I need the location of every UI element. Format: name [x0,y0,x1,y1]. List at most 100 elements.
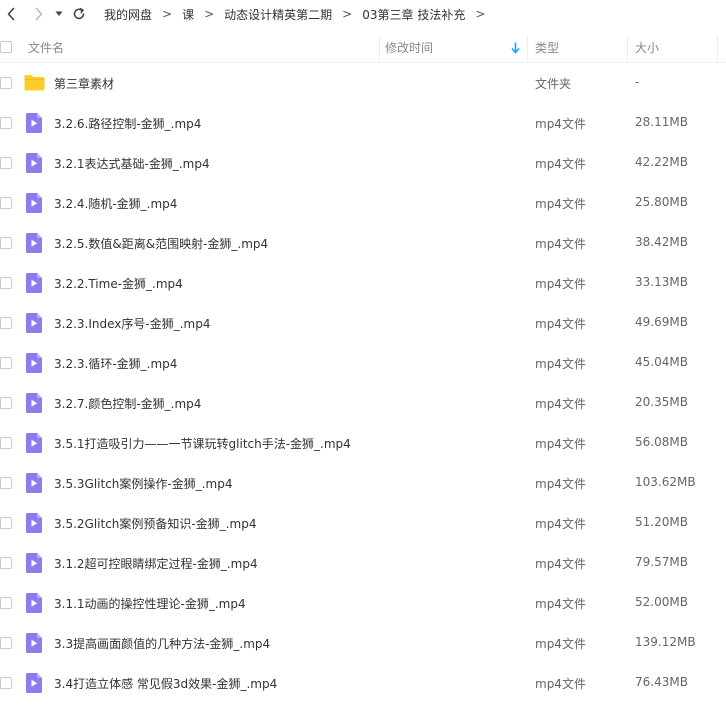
select-all-checkbox[interactable] [0,41,12,53]
column-header-modified-time[interactable]: 修改时间 [385,39,433,56]
file-row[interactable]: 3.1.1动画的操控性理论-金狮_.mp4 mp4文件 52.00MB [0,583,726,623]
breadcrumb-separator-icon: > [204,7,215,21]
column-header-name[interactable]: 文件名 [28,39,64,56]
file-list-header: 文件名 修改时间 类型 大小 [0,33,726,63]
file-size: 38.42MB [635,235,688,249]
file-type: mp4文件 [535,477,586,491]
file-name[interactable]: 3.2.1表达式基础-金狮_.mp4 [54,155,210,172]
file-type: mp4文件 [535,197,586,211]
file-size: 56.08MB [635,435,688,449]
file-name[interactable]: 3.5.1打造吸引力——一节课玩转glitch手法-金狮_.mp4 [54,435,351,452]
file-name[interactable]: 3.1.1动画的操控性理论-金狮_.mp4 [54,595,246,612]
file-size: 139.12MB [635,635,696,649]
video-file-icon [26,233,42,253]
video-file-icon [26,273,42,293]
row-checkbox[interactable] [0,117,12,129]
forward-button[interactable] [28,3,50,25]
column-divider[interactable] [717,36,718,62]
video-file-icon [26,393,42,413]
video-file-icon [26,353,42,373]
file-row[interactable]: 3.5.1打造吸引力——一节课玩转glitch手法-金狮_.mp4 mp4文件 56… [0,423,726,463]
video-file-icon [26,313,42,333]
row-checkbox[interactable] [0,677,12,689]
video-file-icon [26,593,42,613]
file-name[interactable]: 3.5.2Glitch案例预备知识-金狮_.mp4 [54,515,257,532]
file-row[interactable]: 3.5.3Glitch案例操作-金狮_.mp4 mp4文件 103.62MB [0,463,726,503]
file-row[interactable]: 3.2.4.随机-金狮_.mp4 mp4文件 25.80MB [0,183,726,223]
row-checkbox[interactable] [0,397,12,409]
back-button[interactable] [0,3,22,25]
file-size: - [635,75,640,89]
video-file-icon [26,513,42,533]
file-name[interactable]: 3.1.2超可控眼睛绑定过程-金狮_.mp4 [54,555,258,572]
file-row[interactable]: 3.2.7.颜色控制-金狮_.mp4 mp4文件 20.35MB [0,383,726,423]
file-name[interactable]: 3.2.4.随机-金狮_.mp4 [54,195,177,212]
file-size: 25.80MB [635,195,688,209]
file-size: 42.22MB [635,155,688,169]
file-type: mp4文件 [535,517,586,531]
sort-descending-icon[interactable] [511,42,520,57]
file-name[interactable]: 第三章素材 [54,75,114,92]
file-type: mp4文件 [535,597,586,611]
file-type: mp4文件 [535,237,586,251]
file-row[interactable]: 3.4打造立体感 常见假3d效果-金狮_.mp4 mp4文件 76.43MB [0,663,726,703]
breadcrumb-item-series[interactable]: 动态设计精英第二期 [222,6,334,23]
file-size: 103.62MB [635,475,696,489]
row-checkbox[interactable] [0,637,12,649]
file-name[interactable]: 3.2.5.数值&距离&范围映射-金狮_.mp4 [54,235,268,252]
row-checkbox[interactable] [0,477,12,489]
file-type: mp4文件 [535,637,586,651]
file-name[interactable]: 3.2.2.Time-金狮_.mp4 [54,275,183,292]
row-checkbox[interactable] [0,317,12,329]
folder-icon [24,75,45,91]
video-file-icon [26,673,42,693]
video-file-icon [26,193,42,213]
breadcrumb-item-course[interactable]: 课 [180,6,196,23]
row-checkbox[interactable] [0,157,12,169]
row-checkbox[interactable] [0,517,12,529]
file-size: 20.35MB [635,395,688,409]
history-dropdown-button[interactable] [52,3,66,25]
column-divider[interactable] [527,36,528,62]
row-checkbox[interactable] [0,597,12,609]
file-row[interactable]: 3.2.3.循环-金狮_.mp4 mp4文件 45.04MB [0,343,726,383]
file-row[interactable]: 3.2.5.数值&距离&范围映射-金狮_.mp4 mp4文件 38.42MB [0,223,726,263]
column-divider[interactable] [379,36,380,62]
refresh-button[interactable] [68,3,90,25]
breadcrumb-separator-icon: > [162,7,173,21]
row-checkbox[interactable] [0,77,12,89]
file-name[interactable]: 3.2.3.循环-金狮_.mp4 [54,355,177,372]
file-row[interactable]: 3.2.3.Index序号-金狮_.mp4 mp4文件 49.69MB [0,303,726,343]
column-divider[interactable] [627,36,628,62]
file-type: 文件夹 [535,77,572,91]
folder-row[interactable]: 第三章素材 文件夹 - [0,63,726,103]
file-row[interactable]: 3.2.1表达式基础-金狮_.mp4 mp4文件 42.22MB [0,143,726,183]
file-name[interactable]: 3.5.3Glitch案例操作-金狮_.mp4 [54,475,233,492]
breadcrumb-item-root[interactable]: 我的网盘 [102,6,154,23]
file-row[interactable]: 3.5.2Glitch案例预备知识-金狮_.mp4 mp4文件 51.20MB [0,503,726,543]
row-checkbox[interactable] [0,557,12,569]
row-checkbox[interactable] [0,357,12,369]
column-header-size[interactable]: 大小 [635,39,659,56]
file-name[interactable]: 3.2.7.颜色控制-金狮_.mp4 [54,395,201,412]
column-header-type[interactable]: 类型 [535,39,559,56]
file-size: 45.04MB [635,355,688,369]
file-row[interactable]: 3.3提高画面颜值的几种方法-金狮_.mp4 mp4文件 139.12MB [0,623,726,663]
breadcrumb-item-current[interactable]: 03第三章 技法补充 [360,6,467,23]
file-name[interactable]: 3.4打造立体感 常见假3d效果-金狮_.mp4 [54,675,277,692]
file-name[interactable]: 3.2.6.路径控制-金狮_.mp4 [54,115,201,132]
file-row[interactable]: 3.2.2.Time-金狮_.mp4 mp4文件 33.13MB [0,263,726,303]
file-size: 51.20MB [635,515,688,529]
row-checkbox[interactable] [0,197,12,209]
row-checkbox[interactable] [0,277,12,289]
file-type: mp4文件 [535,317,586,331]
file-row[interactable]: 3.1.2超可控眼睛绑定过程-金狮_.mp4 mp4文件 79.57MB [0,543,726,583]
video-file-icon [26,553,42,573]
file-name[interactable]: 3.2.3.Index序号-金狮_.mp4 [54,315,210,332]
row-checkbox[interactable] [0,437,12,449]
file-name[interactable]: 3.3提高画面颜值的几种方法-金狮_.mp4 [54,635,270,652]
file-type: mp4文件 [535,117,586,131]
row-checkbox[interactable] [0,237,12,249]
caret-down-icon [55,11,63,16]
file-row[interactable]: 3.2.6.路径控制-金狮_.mp4 mp4文件 28.11MB [0,103,726,143]
